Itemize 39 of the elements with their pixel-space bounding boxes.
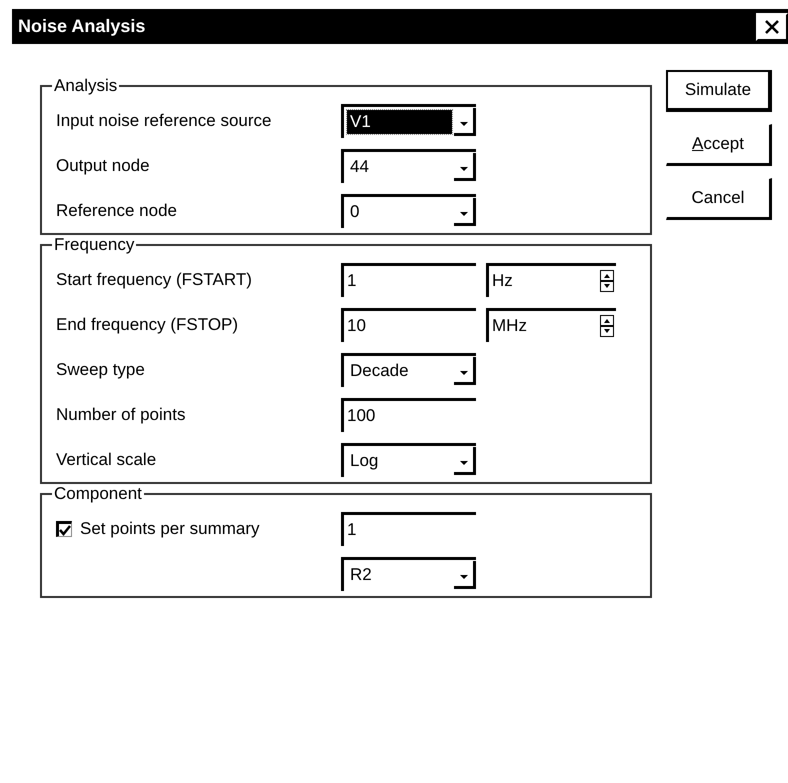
field-label: Start frequency (FSTART): [56, 270, 253, 290]
field-label: Sweep type: [56, 360, 146, 380]
dropdown-arrow-icon: [458, 211, 468, 217]
group-title: Component: [53, 484, 143, 504]
dropdown[interactable]: Decade: [341, 352, 476, 386]
input-field[interactable]: 10: [341, 308, 476, 342]
dropdown[interactable]: R2: [341, 556, 476, 590]
input-field[interactable]: 1: [341, 262, 476, 296]
dropdown-arrow-icon: [458, 574, 468, 580]
close-icon: [764, 18, 780, 34]
group-title: Frequency: [53, 235, 136, 255]
close-button[interactable]: [756, 12, 788, 40]
field-label: Vertical scale: [56, 450, 158, 470]
field-label: Output node: [56, 156, 151, 176]
dropdown-arrow-icon: [458, 166, 468, 172]
unit-spinner[interactable]: Hz: [486, 262, 616, 296]
dropdown[interactable]: 44: [341, 148, 476, 182]
checkbox[interactable]: Set points per summary: [56, 518, 331, 538]
spinner-icon[interactable]: [600, 315, 614, 337]
window-title: Noise Analysis: [17, 16, 146, 37]
dialog-button[interactable]: Cancel: [666, 178, 772, 220]
input-field[interactable]: 100: [341, 398, 476, 432]
input-field[interactable]: 1: [341, 512, 476, 546]
dropdown-arrow-icon: [458, 460, 468, 466]
unit-spinner[interactable]: MHz: [486, 308, 616, 342]
field-label: End frequency (FSTOP): [56, 314, 240, 334]
dropdown-arrow-icon: [458, 121, 468, 127]
dropdown[interactable]: Log: [341, 442, 476, 476]
field-label: Input noise reference source: [56, 110, 272, 130]
dialog-button[interactable]: Simulate: [666, 70, 772, 112]
field-label: Number of points: [56, 404, 186, 424]
group-title: Analysis: [53, 76, 118, 96]
dialog-button[interactable]: Accept: [666, 124, 772, 166]
dropdown[interactable]: 0: [341, 194, 476, 228]
checkmark-icon: [59, 524, 71, 536]
dropdown[interactable]: V1: [341, 104, 476, 138]
spinner-icon[interactable]: [600, 270, 614, 292]
field-label: Reference node: [56, 200, 178, 220]
dropdown-arrow-icon: [458, 370, 468, 376]
